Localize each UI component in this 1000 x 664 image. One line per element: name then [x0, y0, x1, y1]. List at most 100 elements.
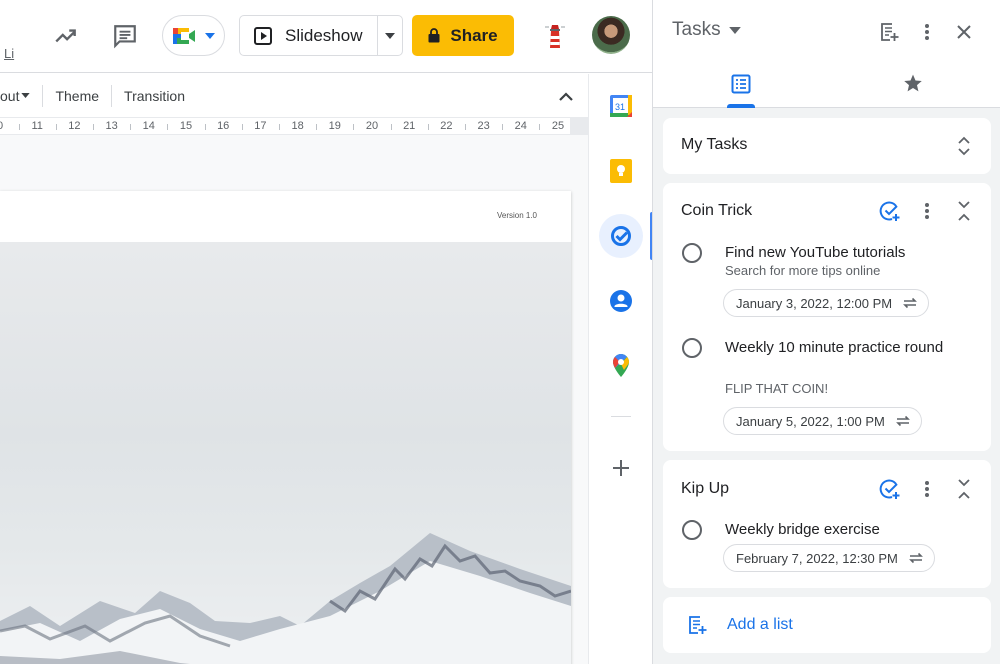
list-more-options-button[interactable] [915, 477, 939, 501]
create-list-button[interactable] [877, 20, 901, 44]
lock-icon [428, 28, 440, 43]
ruler-tick [539, 124, 541, 130]
google-slides-window: Li Slideshow Share out Theme Transition … [0, 0, 1000, 664]
top-header: Li Slideshow Share [0, 0, 652, 73]
current-slide[interactable]: Version 1.0 [0, 191, 571, 664]
caret-down-icon [21, 93, 31, 98]
ruler-tick [18, 124, 20, 130]
task-list-icon [731, 74, 751, 94]
google-tasks-icon [611, 226, 631, 246]
side-panel-rail: 31 [588, 74, 654, 664]
add-list-icon [881, 23, 899, 41]
ruler-tick [390, 124, 392, 130]
transition-button[interactable]: Transition [112, 84, 197, 108]
tasks-more-options-button[interactable] [915, 20, 939, 44]
chevron-up-icon [559, 91, 573, 101]
comments-button[interactable] [109, 20, 141, 52]
slide-canvas: Version 1.0 [0, 135, 588, 664]
mountain-photo[interactable] [0, 242, 571, 664]
add-list-icon [689, 616, 707, 634]
collapse-toolbar-button[interactable] [554, 84, 578, 108]
repeat-icon [908, 552, 923, 564]
theme-button[interactable]: Theme [43, 84, 111, 108]
user-avatar[interactable] [592, 16, 630, 54]
slideshow-play-icon [254, 26, 272, 45]
add-task-button[interactable] [878, 199, 902, 223]
ruler-label: 11 [31, 120, 43, 132]
ruler-tick [279, 124, 280, 130]
ruler-tick [167, 124, 169, 130]
add-task-icon [879, 479, 900, 499]
lighthouse-addon-icon [545, 25, 565, 48]
maps-app-button[interactable] [599, 344, 643, 388]
ruler-label: 0 [0, 120, 3, 132]
more-vert-icon [925, 203, 929, 219]
version-text: Version 1.0 [496, 211, 537, 220]
slideshow-button[interactable]: Slideshow [240, 16, 378, 55]
layout-label: out [0, 87, 20, 104]
ruler-label: 21 [403, 120, 416, 132]
task-title[interactable]: Find new YouTube tutorials [725, 241, 955, 264]
my-tasks-list[interactable]: My Tasks [663, 118, 991, 174]
slide-header-band: Version 1.0 [0, 191, 571, 242]
addon-button[interactable] [540, 20, 570, 52]
task-date-chip[interactable]: February 7, 2022, 12:30 PM [723, 544, 935, 572]
task-complete-checkbox[interactable] [682, 520, 702, 540]
task-title[interactable]: Weekly bridge exercise [725, 518, 955, 541]
contacts-app-button[interactable] [599, 279, 643, 323]
get-addons-button[interactable] [599, 446, 643, 490]
add-task-button[interactable] [878, 477, 902, 501]
share-label: Share [450, 25, 498, 45]
share-button[interactable]: Share [412, 15, 514, 56]
tab-all-tasks[interactable] [721, 68, 761, 108]
meet-button[interactable] [162, 15, 225, 56]
activity-trend-icon [55, 29, 76, 43]
keep-app-button[interactable] [599, 149, 643, 193]
chevron-down-icon [205, 32, 215, 39]
task-note: Search for more tips online [725, 263, 881, 278]
tasks-app-button[interactable] [599, 214, 643, 258]
ruler-end [570, 117, 588, 135]
layout-menu[interactable]: out [0, 84, 42, 108]
ruler-tick [204, 124, 206, 130]
repeat-icon [895, 415, 910, 427]
expand-list-button[interactable] [952, 134, 976, 158]
partial-menu-label[interactable]: Li [4, 46, 14, 61]
activity-dashboard-button[interactable] [50, 20, 82, 52]
ruler-label: 17 [254, 120, 267, 132]
task-complete-checkbox[interactable] [682, 338, 702, 358]
google-meet-icon [173, 27, 195, 44]
comment-icon [114, 25, 136, 49]
rail-divider [611, 416, 631, 417]
tab-starred[interactable] [893, 68, 933, 108]
close-panel-button[interactable] [952, 20, 976, 44]
ruler-tick [502, 124, 504, 130]
task-complete-checkbox[interactable] [682, 243, 702, 263]
ruler-label: 16 [217, 120, 230, 132]
task-list-card: Coin Trick Find new YouTube tutorials Se… [663, 183, 991, 451]
star-icon [904, 74, 922, 92]
list-title: My Tasks [681, 136, 748, 153]
tasks-title-dropdown[interactable]: Tasks [672, 19, 741, 41]
theme-label: Theme [55, 87, 100, 104]
more-vert-icon [925, 481, 929, 497]
ruler-label: 12 [68, 120, 81, 132]
task-title[interactable]: Weekly 10 minute practice round [725, 336, 955, 359]
list-more-options-button[interactable] [915, 199, 939, 223]
task-date-chip[interactable]: January 3, 2022, 12:00 PM [723, 289, 930, 317]
calendar-app-button[interactable]: 31 [599, 84, 643, 128]
task-date-chip[interactable]: January 5, 2022, 1:00 PM [723, 407, 922, 435]
ruler-label: 23 [477, 120, 490, 132]
unfold-less-icon [958, 201, 970, 221]
add-list-button[interactable]: Add a list [663, 597, 991, 653]
google-keep-icon [610, 159, 632, 183]
task-date: February 7, 2022, 12:30 PM [736, 550, 898, 566]
horizontal-ruler[interactable]: 0 11 12 13 14 15 16 17 18 19 20 21 22 23 24 25 [0, 117, 578, 135]
collapse-list-button[interactable] [952, 477, 976, 501]
collapse-list-button[interactable] [952, 199, 976, 223]
slideshow-options-dropdown[interactable] [378, 16, 402, 55]
mountains-image [0, 533, 571, 664]
active-tab-indicator [727, 104, 755, 108]
google-contacts-icon [610, 290, 632, 312]
ruler-tick [93, 124, 94, 130]
